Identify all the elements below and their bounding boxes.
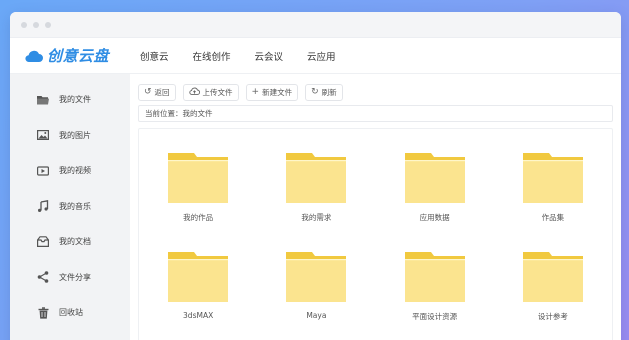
- folder-item[interactable]: 我的需求: [257, 153, 375, 252]
- folder-name: 平面设计资源: [412, 312, 458, 321]
- folder-name: 作品集: [541, 213, 565, 222]
- sidebar-item-my-images[interactable]: 我的图片: [10, 118, 130, 154]
- top-navigation: 创意云盘 创意云 在线创作 云会议 云应用: [10, 38, 621, 74]
- folder-item[interactable]: 3dsMAX: [139, 252, 257, 340]
- back-button[interactable]: ↺ 返回: [138, 84, 176, 101]
- back-arrow-icon: ↺: [144, 87, 152, 97]
- refresh-icon: ↻: [311, 87, 319, 97]
- image-icon: [37, 129, 49, 141]
- refresh-button-label: 刷新: [321, 88, 337, 97]
- folder-name: 我的作品: [183, 213, 214, 222]
- plus-icon: +: [251, 87, 260, 97]
- toolbar: ↺ 返回 上传文件 + 新建文件 ↻ 刷新: [138, 84, 613, 101]
- folder-icon: [168, 252, 229, 302]
- sidebar-item-my-videos[interactable]: 我的视频: [10, 153, 130, 189]
- video-icon: [37, 165, 49, 177]
- title-bar: [10, 12, 621, 38]
- back-button-label: 返回: [154, 88, 170, 97]
- folder-item[interactable]: 作品集: [494, 153, 612, 252]
- folder-icon: [404, 153, 465, 203]
- nav-item-cloud-meeting[interactable]: 云会议: [243, 49, 296, 63]
- window-maximize-dot[interactable]: [45, 21, 51, 28]
- nav-item-online-creation[interactable]: 在线创作: [181, 49, 243, 63]
- sidebar-item-label: 文件分享: [59, 272, 91, 282]
- cloud-logo-icon: [25, 50, 43, 62]
- folder-name: 3dsMAX: [183, 311, 214, 320]
- folder-icon: [404, 252, 465, 302]
- cloud-upload-icon: [188, 87, 200, 98]
- sidebar: 我的文件 我的图片 我的视频 我的音乐 我的文档 文件分享 回收站: [10, 74, 130, 340]
- folder-grid: 我的作品 我的需求 应用数据 作品集 3dsMAX Maya 平面设计资源 设计…: [138, 128, 613, 340]
- folder-name: 我的需求: [301, 213, 332, 222]
- sidebar-item-file-sharing[interactable]: 文件分享: [10, 260, 130, 296]
- sidebar-item-my-documents[interactable]: 我的文档: [10, 224, 130, 260]
- sidebar-item-label: 我的音乐: [59, 201, 91, 211]
- folder-icon: [286, 153, 347, 203]
- sidebar-item-label: 回收站: [59, 308, 83, 318]
- music-icon: [37, 200, 49, 213]
- folder-icon: [286, 252, 347, 302]
- trash-icon: [37, 307, 49, 319]
- folder-icon: [522, 252, 583, 302]
- logo-text: 创意云盘: [47, 47, 110, 65]
- sidebar-item-label: 我的图片: [59, 130, 91, 140]
- new-file-button-label: 新建文件: [262, 88, 293, 97]
- upload-button-label: 上传文件: [202, 88, 233, 97]
- sidebar-item-my-music[interactable]: 我的音乐: [10, 189, 130, 225]
- folder-icon: [522, 153, 583, 203]
- window-close-dot[interactable]: [21, 21, 27, 28]
- folder-name: Maya: [306, 311, 327, 320]
- upload-file-button[interactable]: 上传文件: [182, 84, 239, 101]
- breadcrumb: 当前位置：我的文件: [138, 105, 613, 122]
- folder-name: 应用数据: [419, 213, 450, 222]
- document-icon: [37, 236, 49, 248]
- folder-item[interactable]: 平面设计资源: [376, 252, 494, 340]
- folder-name: 设计参考: [537, 312, 568, 321]
- logo[interactable]: 创意云盘: [10, 45, 128, 66]
- app-window: 创意云盘 创意云 在线创作 云会议 云应用 我的文件 我的图片 我的视频 我的音…: [10, 12, 621, 340]
- folder-item[interactable]: Maya: [257, 252, 375, 340]
- folder-item[interactable]: 设计参考: [494, 252, 612, 340]
- new-file-button[interactable]: + 新建文件: [245, 84, 299, 101]
- folder-item[interactable]: 应用数据: [376, 153, 494, 252]
- sidebar-item-label: 我的视频: [59, 166, 91, 176]
- folder-item[interactable]: 我的作品: [139, 153, 257, 252]
- folder-icon: [37, 94, 49, 106]
- sidebar-item-label: 我的文件: [59, 95, 91, 105]
- sidebar-item-label: 我的文档: [59, 237, 91, 247]
- refresh-button[interactable]: ↻ 刷新: [305, 84, 343, 101]
- folder-icon: [168, 153, 229, 203]
- window-minimize-dot[interactable]: [33, 21, 39, 28]
- sidebar-item-recycle-bin[interactable]: 回收站: [10, 295, 130, 331]
- sidebar-item-my-files[interactable]: 我的文件: [10, 82, 130, 118]
- share-icon: [37, 271, 49, 284]
- main-content: ↺ 返回 上传文件 + 新建文件 ↻ 刷新 当前位置：我的文件 我的作品 我的需…: [130, 74, 621, 340]
- nav-item-creative-cloud[interactable]: 创意云: [128, 49, 181, 63]
- nav-item-cloud-apps[interactable]: 云应用: [295, 49, 348, 63]
